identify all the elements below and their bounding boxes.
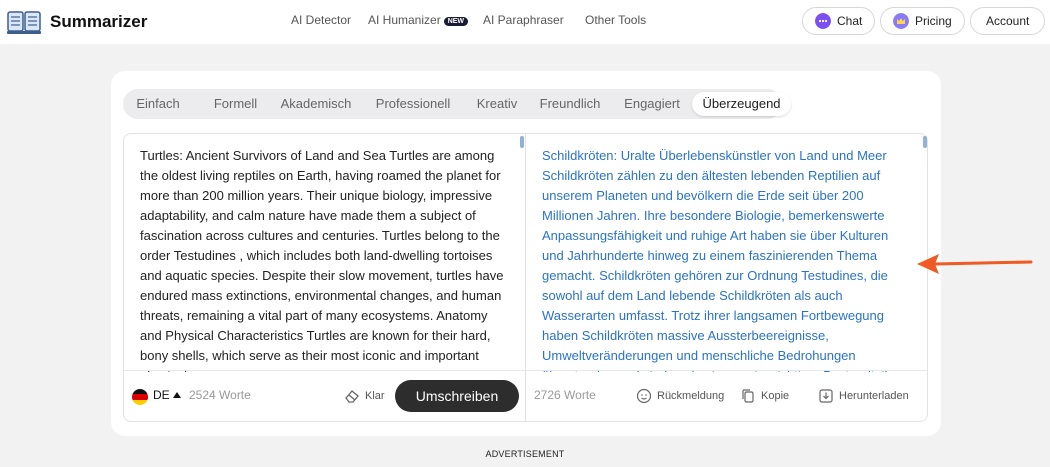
input-panel: Turtles: Ancient Survivors of Land and S… <box>123 133 526 422</box>
tab-kreativ[interactable]: Kreativ <box>463 89 531 119</box>
copy-label: Kopie <box>761 390 790 402</box>
advertisement-label: ADVERTISEMENT <box>485 449 565 459</box>
tab-freundlich[interactable]: Freundlich <box>527 89 613 119</box>
chat-label: Chat <box>837 14 863 28</box>
download-icon <box>819 389 833 403</box>
feedback-label: Rückmeldung <box>657 390 725 402</box>
smiley-icon <box>636 388 652 404</box>
account-button[interactable]: Account <box>970 7 1046 35</box>
input-word-count: 2524 Worte <box>189 388 251 402</box>
rewriter-card: Einfach Formell Akademisch Professionell… <box>111 71 941 436</box>
nav-ai-paraphraser[interactable]: AI Paraphraser <box>483 13 564 27</box>
annotation-arrow-icon <box>917 254 1033 274</box>
tab-engagiert[interactable]: Engagiert <box>611 89 693 119</box>
tone-tabs: Einfach Formell Akademisch Professionell… <box>123 89 791 119</box>
output-footer: 2726 Worte Rückmeldung Kopie Herunterlad… <box>526 370 927 421</box>
tab-einfach[interactable]: Einfach <box>123 89 193 119</box>
input-footer: DE 2524 Worte Klar Umschreiben <box>124 370 525 421</box>
copy-button[interactable]: Kopie <box>740 388 789 404</box>
input-scrollbar[interactable] <box>520 136 524 148</box>
account-label: Account <box>986 14 1030 28</box>
nav-ai-humanizer[interactable]: AI Humanizer NEW <box>368 13 469 27</box>
german-flag-icon[interactable] <box>132 389 148 405</box>
clear-button[interactable]: Klar <box>344 388 385 404</box>
caret-up-icon[interactable] <box>173 392 181 398</box>
pricing-label: Pricing <box>915 14 952 28</box>
new-badge: NEW <box>443 17 469 26</box>
copy-icon <box>742 389 754 403</box>
output-word-count: 2726 Worte <box>534 388 596 402</box>
tab-formell[interactable]: Formell <box>193 89 278 119</box>
download-label: Herunterladen <box>839 390 909 402</box>
crown-icon <box>893 13 909 29</box>
output-text[interactable]: Schildkröten: Uralte Überlebenskünstler … <box>542 146 907 372</box>
output-scrollbar[interactable] <box>923 136 927 148</box>
nav-ai-humanizer-label: AI Humanizer <box>368 13 441 27</box>
nav-ai-detector[interactable]: AI Detector <box>291 13 351 27</box>
nav-other-tools[interactable]: Other Tools <box>585 13 646 27</box>
input-text[interactable]: Turtles: Ancient Survivors of Land and S… <box>140 146 505 372</box>
book-logo-icon <box>7 11 41 34</box>
output-panel: Schildkröten: Uralte Überlebenskünstler … <box>525 133 928 422</box>
app-title: Summarizer <box>50 12 148 31</box>
pricing-button[interactable]: Pricing <box>880 7 965 35</box>
clear-label: Klar <box>365 390 385 402</box>
language-selector[interactable]: DE <box>153 388 170 402</box>
tab-ueberzeugend[interactable]: Überzeugend <box>692 92 791 116</box>
chat-button[interactable]: Chat <box>802 7 876 35</box>
tab-professionell[interactable]: Professionell <box>363 89 463 119</box>
chat-icon <box>815 13 831 29</box>
tab-akademisch[interactable]: Akademisch <box>268 89 364 119</box>
logo[interactable]: Summarizer <box>6 8 147 36</box>
download-button[interactable]: Herunterladen <box>818 388 909 404</box>
feedback-button[interactable]: Rückmeldung <box>636 388 724 404</box>
top-navigation-bar: Summarizer AI Detector AI Humanizer NEW A… <box>0 0 1050 44</box>
eraser-icon <box>345 390 359 403</box>
rewrite-button[interactable]: Umschreiben <box>395 380 519 412</box>
